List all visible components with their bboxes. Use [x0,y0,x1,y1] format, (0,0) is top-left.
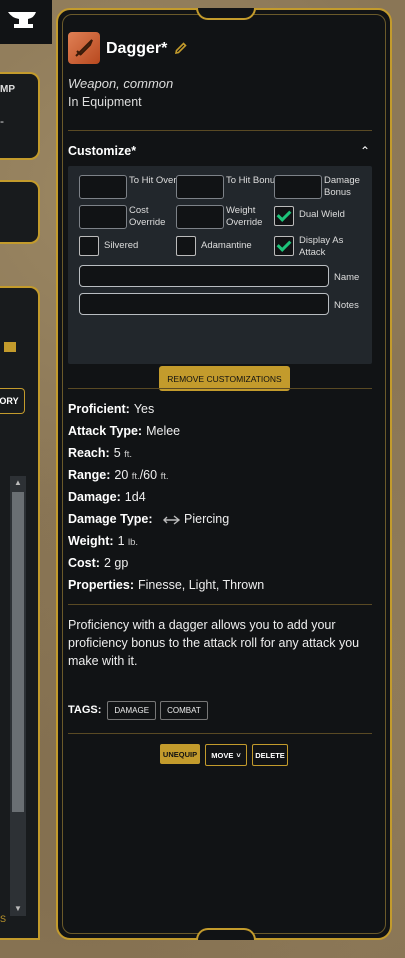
damage-bonus-input[interactable] [274,175,322,199]
panel-top-ornament [196,8,256,20]
scroll-up-icon[interactable]: ▲ [10,476,26,490]
damage-bonus-label: Damage Bonus [324,175,360,198]
to-hit-bonus-input[interactable] [176,175,224,199]
hourglass-icon [4,342,16,352]
to-hit-override-input[interactable] [79,175,127,199]
dual-wield-label: Dual Wield [299,209,345,220]
adamantine-checkbox[interactable] [176,236,196,256]
left-stat-panel: MP - [0,72,40,160]
prop-weight: Weight: 1 lb. [68,534,139,548]
name-input[interactable] [79,265,329,287]
tag-combat[interactable]: COMBAT [160,700,208,720]
adamantine-label: Adamantine [201,240,252,251]
prop-cost: Cost: 2 gp [68,556,129,570]
notes-label: Notes [334,300,359,311]
weight-override-input[interactable] [176,205,224,229]
prop-properties: Properties: Finesse, Light, Thrown [68,578,265,592]
notes-input[interactable] [79,293,329,315]
prop-range: Range: 20 ft./60 ft. [68,468,169,482]
item-header: Dagger* [68,32,382,66]
anvil-icon [8,12,36,28]
customize-box: To Hit Override To Hit Bonus Damage Bonu… [68,166,372,391]
unequip-button[interactable]: UNEQUIP [160,744,200,764]
cost-override-input[interactable] [79,205,127,229]
dual-wield-checkbox[interactable] [274,206,294,226]
left-list-panel: ORY ▲ ▼ S [0,286,40,940]
dagger-icon [68,32,100,64]
chevron-up-icon[interactable]: ⌃ [360,144,370,158]
panel-content: Dagger* Weapon, common In Equipment Cust… [68,32,382,766]
divider [68,388,372,389]
delete-button[interactable]: DELETE [252,744,288,766]
prop-reach: Reach: 5 ft. [68,446,133,460]
divider [68,604,372,605]
panel-bottom-ornament [196,928,256,940]
divider [68,130,372,131]
silvered-checkbox[interactable] [79,236,99,256]
chevron-down-icon: ˅ [236,750,241,760]
left-info-panel [0,180,40,244]
display-as-attack-label: Display As Attack [299,235,344,258]
item-actions: UNEQUIP MOVE ˅ DELETE [160,744,293,766]
name-label: Name [334,272,360,283]
prop-damage: Damage: 1d4 [68,490,146,504]
item-description: Proficiency with a dagger allows you to … [68,618,360,668]
list-fragment: S [0,914,7,924]
cost-override-label: Cost Override [129,205,166,228]
to-hit-bonus-label: To Hit Bonus [226,175,280,186]
move-label: MOVE [211,750,234,760]
weight-override-label: Weight Override [226,205,263,228]
prop-attack-type: Attack Type: Melee [68,424,181,438]
tags-label: TAGS: [68,704,102,716]
scrollbar[interactable]: ▲ ▼ [10,476,26,916]
item-name: Dagger* [106,40,168,57]
tag-damage[interactable]: DAMAGE [107,700,157,720]
display-as-attack-checkbox[interactable] [274,236,294,256]
prop-damage-type: Damage Type: Piercing [68,512,230,526]
customize-title[interactable]: Customize* [68,144,136,158]
piercing-icon [163,515,181,525]
divider [68,733,372,734]
item-subtype: Weapon, common [68,76,174,91]
properties-list: Proficient: Yes Attack Type: Melee Reach: 5… [68,400,264,598]
tags-row: TAGS: DAMAGE COMBAT [68,700,212,720]
silvered-label: Silvered [104,240,139,251]
history-button[interactable]: ORY [0,388,25,414]
prop-proficient: Proficient: Yes [68,402,155,416]
mp-label: MP [0,84,15,95]
app-logo[interactable] [0,0,52,44]
mp-value: - [0,114,4,128]
item-location: In Equipment [68,95,142,109]
edit-pencil-icon[interactable] [174,41,188,55]
move-button[interactable]: MOVE ˅ [205,744,247,766]
scrollbar-thumb[interactable] [12,492,24,812]
scroll-down-icon[interactable]: ▼ [10,902,26,916]
item-detail-panel: Dagger* Weapon, common In Equipment Cust… [56,8,392,940]
